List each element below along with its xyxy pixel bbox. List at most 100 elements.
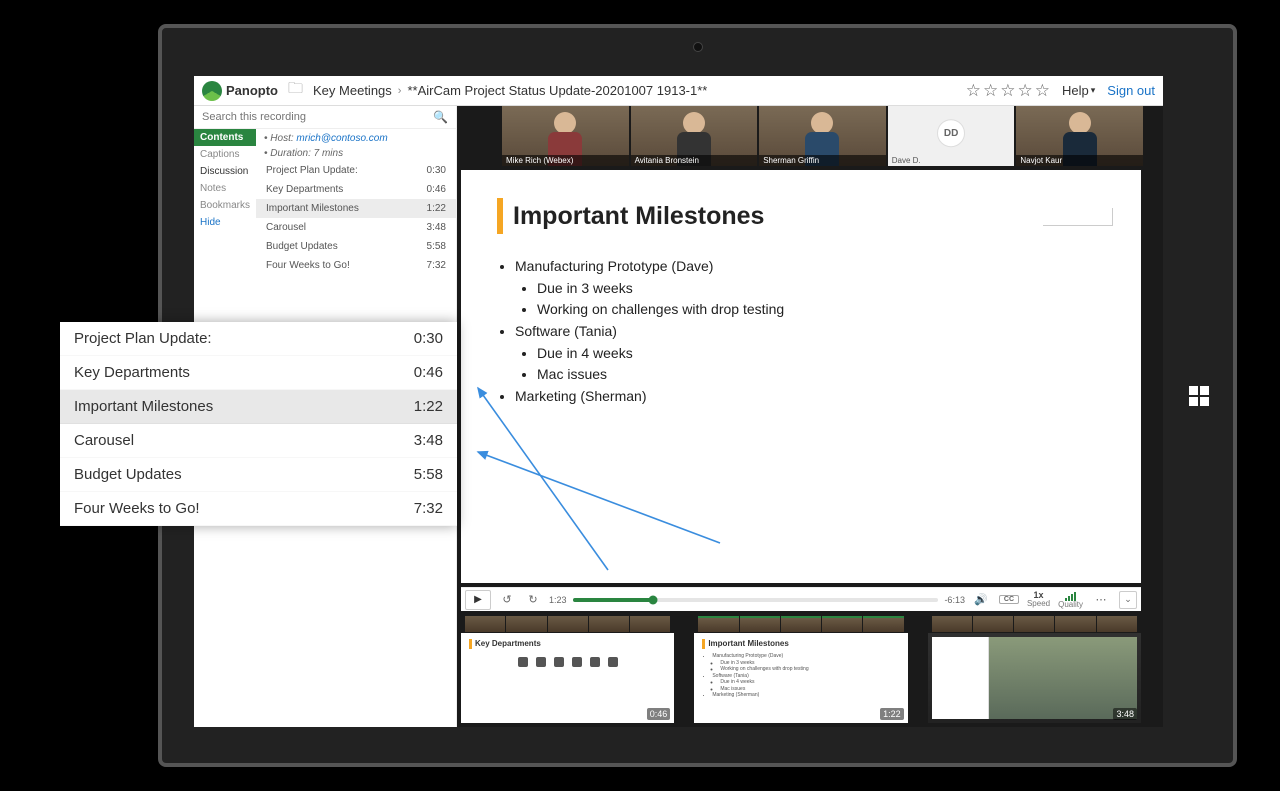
player-controls: ▶ ↺ ↻ 1:23 -6:13 🔊 CC 1xSpeed Quality ⋯ … — [461, 587, 1141, 611]
speed-control[interactable]: 1xSpeed — [1027, 591, 1050, 608]
tab-discussion[interactable]: Discussion — [194, 163, 256, 180]
popup-time: 0:30 — [414, 330, 443, 347]
toc-time: 1:22 — [427, 203, 446, 214]
breadcrumb: 🗀 Key Meetings › **AirCam Project Status… — [288, 78, 966, 103]
tab-bookmarks[interactable]: Bookmarks — [194, 197, 256, 214]
breadcrumb-title[interactable]: **AirCam Project Status Update-20201007 … — [407, 83, 707, 98]
bullet: Due in 3 weeks — [537, 278, 1105, 300]
star-icon[interactable]: ☆ — [1000, 81, 1015, 101]
participant-tile[interactable]: Navjot Kaur — [1016, 106, 1143, 166]
breadcrumb-folder[interactable]: Key Meetings — [313, 83, 392, 98]
toc-item[interactable]: Project Plan Update:0:30 — [256, 161, 456, 180]
more-icon[interactable]: ⋯ — [1091, 590, 1111, 610]
bullet: Marketing (Sherman) — [515, 386, 1105, 408]
toc-time: 7:32 — [427, 260, 446, 271]
slide-area: Important Milestones Manufacturing Proto… — [461, 170, 1141, 583]
rating-stars[interactable]: ☆ ☆ ☆ ☆ ☆ — [966, 81, 1050, 101]
popup-time: 3:48 — [414, 432, 443, 449]
thumbnail[interactable]: Important Milestones Manufacturing Proto… — [694, 615, 907, 723]
popup-item[interactable]: Carousel3:48 — [60, 424, 457, 458]
toc-time: 0:30 — [427, 165, 446, 176]
quality-control[interactable]: Quality — [1058, 591, 1083, 609]
forward-10-icon[interactable]: ↻ — [523, 590, 543, 610]
thumb-time: 0:46 — [647, 708, 671, 720]
popup-item[interactable]: Budget Updates5:58 — [60, 458, 457, 492]
thumbnail[interactable]: 3:48 — [928, 615, 1141, 723]
bullet: Mac issues — [537, 364, 1105, 386]
thumb-title: Important Milestones — [708, 639, 788, 648]
rewind-10-icon[interactable]: ↺ — [497, 590, 517, 610]
toc-time: 0:46 — [427, 184, 446, 195]
help-menu[interactable]: Help▾ — [1062, 83, 1095, 98]
volume-icon[interactable]: 🔊 — [971, 590, 991, 610]
toc-item[interactable]: Budget Updates 5:58 — [256, 237, 456, 256]
cc-button[interactable]: CC — [999, 595, 1019, 604]
bullet: Working on challenges with drop testing — [537, 299, 1105, 321]
popup-label: Important Milestones — [74, 398, 213, 415]
participant-tile[interactable]: Sherman Griffin — [759, 106, 886, 166]
participant-tile[interactable]: Avitania Bronstein — [631, 106, 758, 166]
chevron-right-icon: › — [398, 85, 402, 97]
search-icon[interactable]: 🔍 — [433, 110, 448, 124]
popup-label: Project Plan Update: — [74, 330, 212, 347]
meta-duration: • Duration: 7 mins — [256, 146, 456, 161]
tab-contents[interactable]: Contents — [194, 129, 256, 146]
toc-label: Four Weeks to Go! — [266, 260, 350, 271]
host-email-link[interactable]: mrich@contoso.com — [296, 133, 387, 144]
tablet-camera — [693, 42, 703, 52]
popup-label: Four Weeks to Go! — [74, 500, 200, 517]
avatar-initials: DD — [937, 119, 965, 147]
participant-name: Dave D. — [888, 155, 1015, 166]
toc-label: Budget Updates — [266, 241, 338, 252]
popup-item[interactable]: Key Departments0:46 — [60, 356, 457, 390]
content-area: Mike Rich (Webex) Avitania Bronstein She… — [457, 106, 1163, 727]
toc-item[interactable]: Important Milestones1:22 — [256, 199, 456, 218]
popup-time: 5:58 — [414, 466, 443, 483]
star-icon[interactable]: ☆ — [966, 81, 981, 101]
header-bar: Panopto 🗀 Key Meetings › **AirCam Projec… — [194, 76, 1163, 106]
tab-captions[interactable]: Captions — [194, 146, 256, 163]
participant-name: Avitania Bronstein — [631, 155, 758, 166]
star-icon[interactable]: ☆ — [1018, 81, 1033, 101]
star-icon[interactable]: ☆ — [983, 81, 998, 101]
search-row: 🔍 — [194, 106, 456, 129]
folder-icon: 🗀 — [288, 78, 303, 103]
toc-item[interactable]: Key Departments0:46 — [256, 180, 456, 199]
toc-item[interactable]: Carousel 3:48 — [256, 218, 456, 237]
current-time: 1:23 — [549, 595, 567, 605]
popup-item[interactable]: Important Milestones 1:22 — [60, 390, 457, 424]
tab-notes[interactable]: Notes — [194, 180, 256, 197]
participant-tile[interactable]: Mike Rich (Webex) — [502, 106, 629, 166]
bullet: Due in 4 weeks — [537, 343, 1105, 365]
sign-out-link[interactable]: Sign out — [1107, 83, 1155, 98]
bullet: Manufacturing Prototype (Dave) — [515, 256, 1105, 278]
toc-item[interactable]: Four Weeks to Go! 7:32 — [256, 256, 456, 275]
panopto-logo-icon — [202, 81, 222, 101]
thumb-time: 3:48 — [1113, 708, 1137, 720]
popup-item[interactable]: Four Weeks to Go!7:32 — [60, 492, 457, 526]
remaining-time: -6:13 — [944, 595, 965, 605]
collapse-chevron-icon[interactable]: ⌄ — [1119, 591, 1137, 609]
popup-time: 1:22 — [414, 398, 443, 415]
progress-bar[interactable] — [573, 598, 939, 602]
thumbnail[interactable]: Key Departments 0:46 — [461, 615, 674, 723]
chevron-down-icon: ▾ — [1091, 85, 1096, 96]
participant-tile[interactable]: DD Dave D. — [888, 106, 1015, 166]
brand-name: Panopto — [226, 83, 278, 98]
meta-host: • Host: mrich@contoso.com — [256, 131, 456, 146]
toc-label: Carousel — [266, 222, 306, 233]
toc-time: 5:58 — [427, 241, 446, 252]
participant-name: Navjot Kaur — [1016, 155, 1143, 166]
participant-name: Mike Rich (Webex) — [502, 155, 629, 166]
popup-item[interactable]: Project Plan Update: 0:30 — [60, 322, 457, 356]
star-icon[interactable]: ☆ — [1035, 81, 1050, 101]
bullet: Software (Tania) — [515, 321, 1105, 343]
play-button[interactable]: ▶ — [465, 590, 491, 610]
toc-time: 3:48 — [427, 222, 446, 233]
thumb-time: 1:22 — [880, 708, 904, 720]
participant-name: Sherman Griffin — [759, 155, 886, 166]
windows-logo-icon — [1189, 386, 1209, 406]
tab-hide[interactable]: Hide — [194, 214, 256, 231]
search-input[interactable] — [202, 111, 433, 123]
slide-decoration — [1043, 208, 1113, 226]
